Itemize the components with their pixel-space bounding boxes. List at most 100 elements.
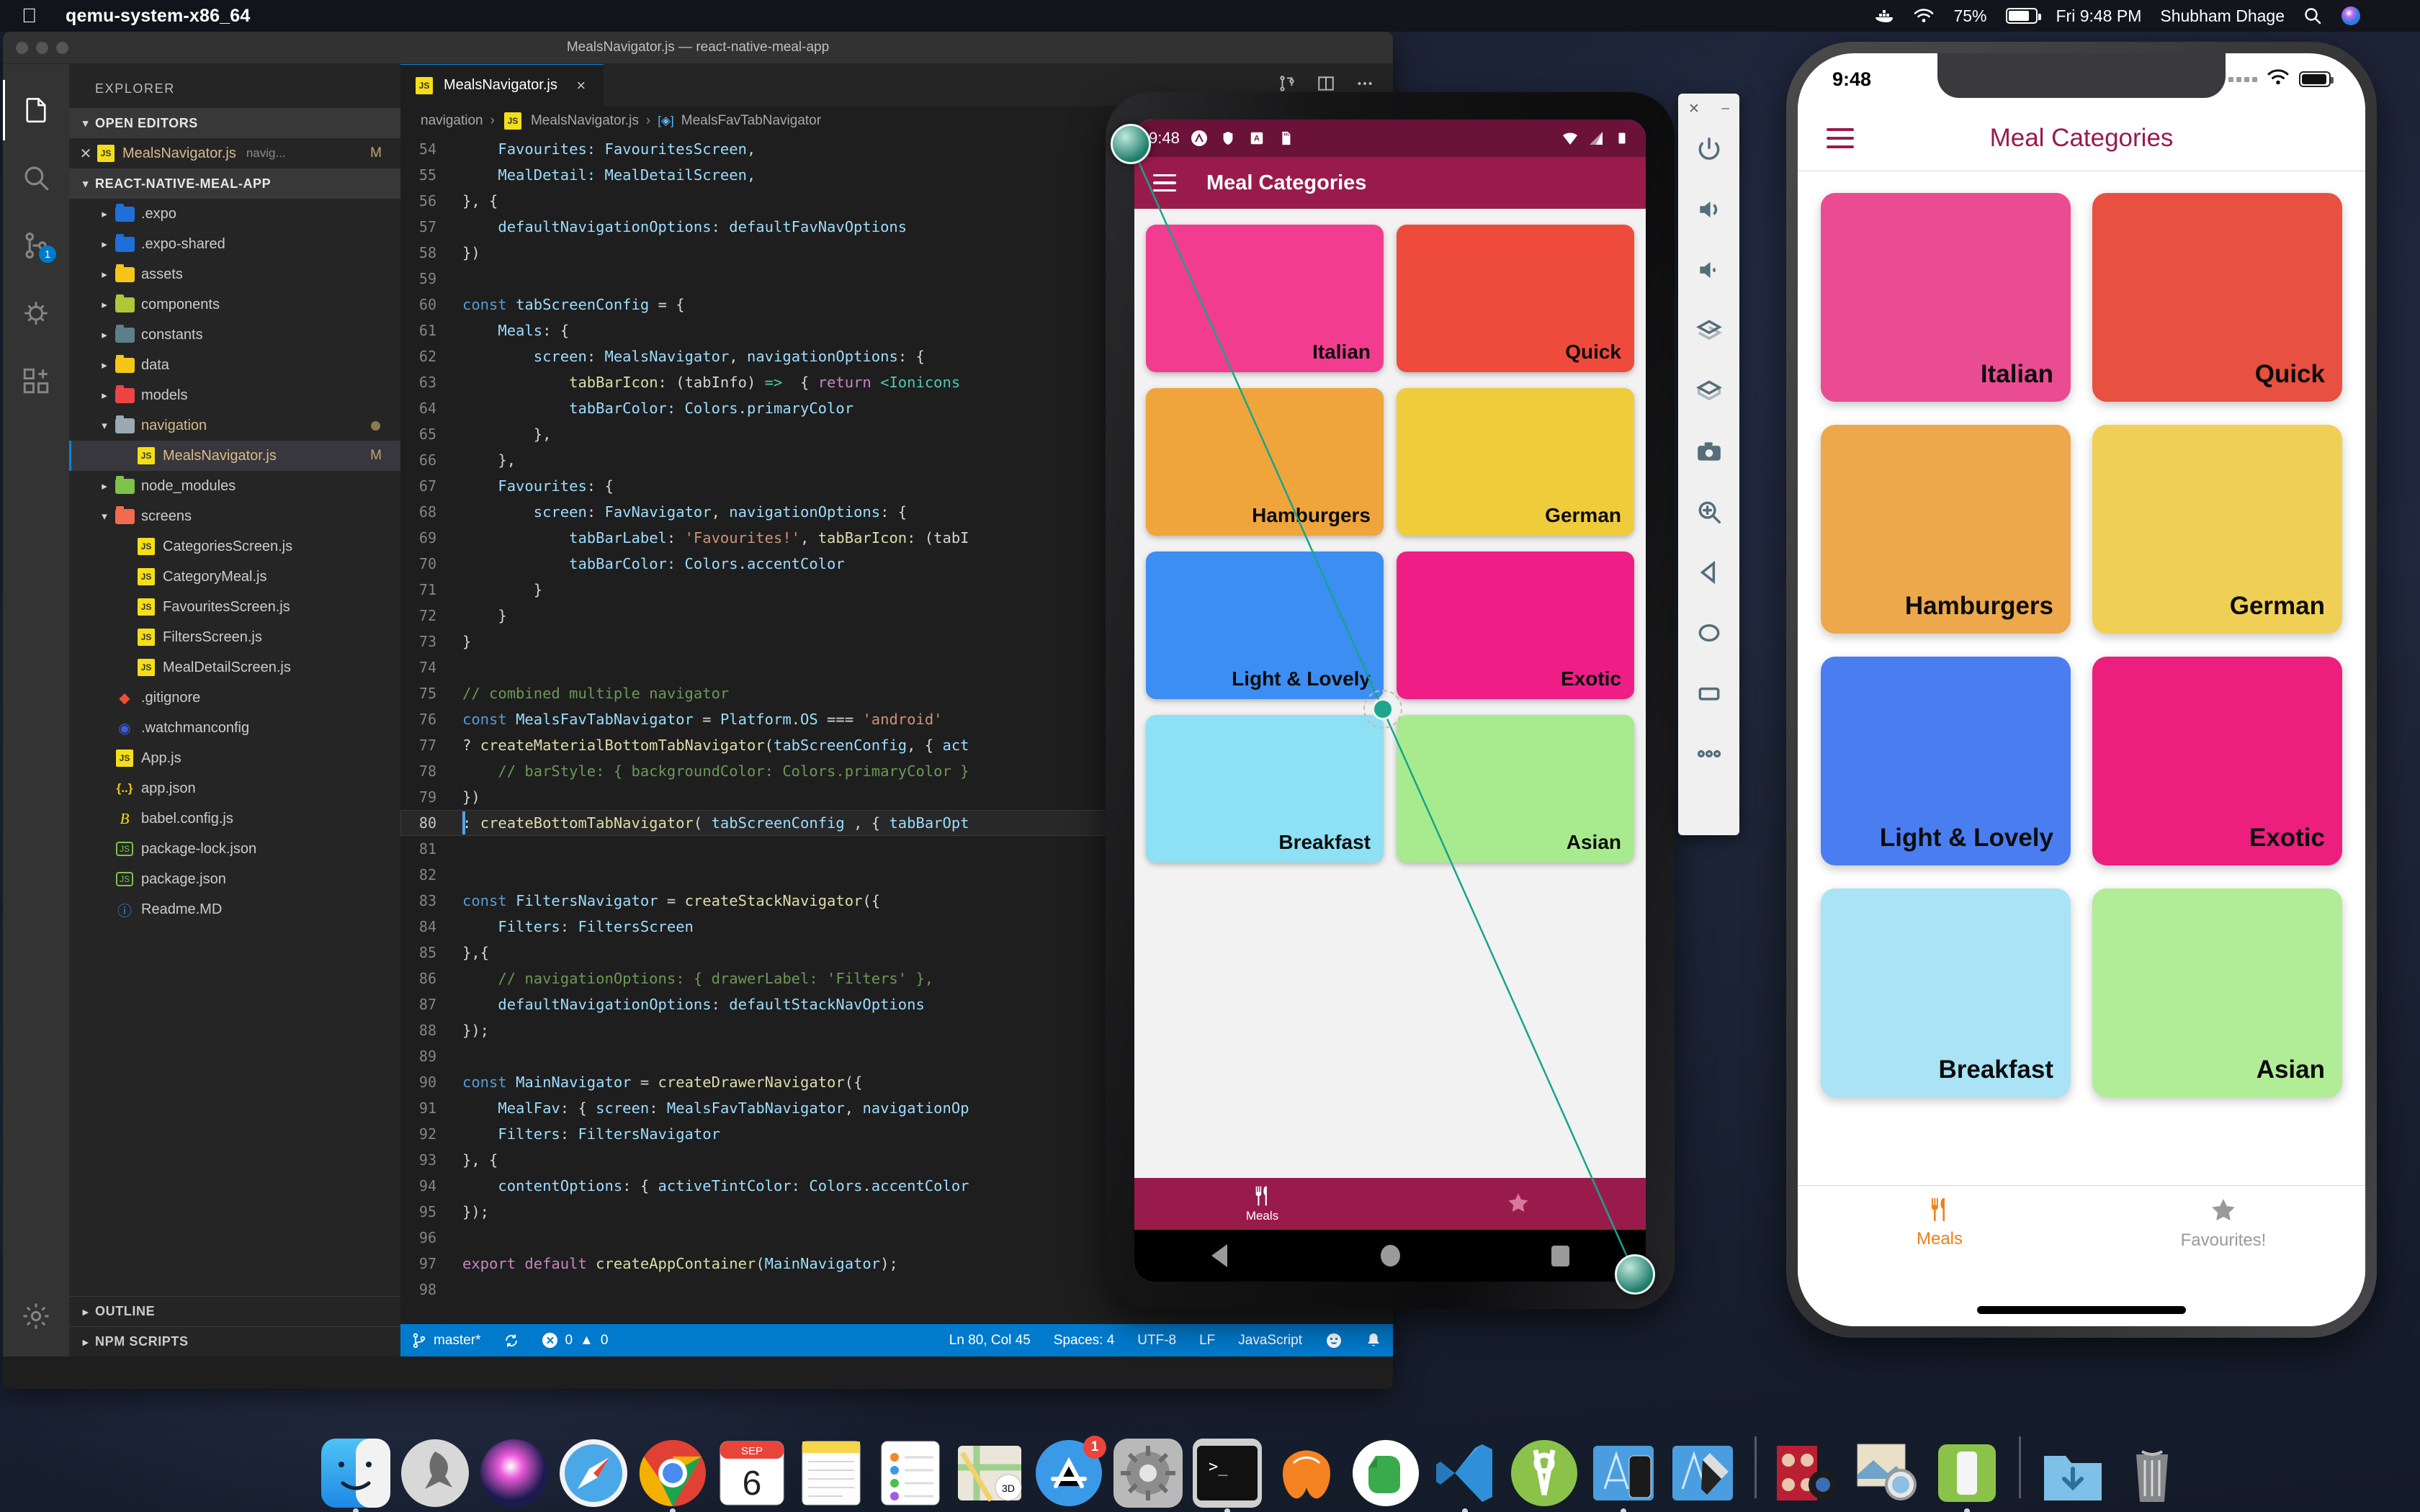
ios-category-tile[interactable]: Exotic	[2092, 657, 2342, 865]
dock-item-simulator[interactable]	[1589, 1439, 1658, 1512]
siri-icon[interactable]	[2341, 6, 2361, 26]
statusbar-indentation[interactable]: Spaces: 4	[1042, 1333, 1126, 1349]
statusbar-branch[interactable]: master*	[400, 1324, 492, 1356]
emulator-rotate-left-button[interactable]	[1678, 300, 1739, 361]
statusbar-cursor-position[interactable]: Ln 80, Col 45	[938, 1333, 1042, 1349]
emulator-more-button[interactable]	[1678, 724, 1739, 784]
wifi-icon[interactable]	[1913, 8, 1935, 24]
file-tree-row[interactable]: ▸ node_modules	[69, 471, 400, 501]
dock-item-evernote-green[interactable]	[1932, 1439, 2002, 1512]
open-editor-item[interactable]: ✕ JS MealsNavigator.js navig... M	[69, 138, 400, 168]
ios-tab-favourites[interactable]: Favourites!	[2081, 1196, 2365, 1293]
dock-item-launchpad[interactable]	[400, 1439, 470, 1508]
window-traffic-lights[interactable]	[16, 41, 68, 54]
dock-item-finder[interactable]	[321, 1439, 390, 1512]
dock-item-android-studio[interactable]	[1510, 1439, 1579, 1508]
dock-item-maps[interactable]: 3D	[955, 1439, 1024, 1508]
dock-item-preview[interactable]	[1853, 1439, 1922, 1508]
emulator-zoom-button[interactable]	[1678, 482, 1739, 542]
file-tree-row[interactable]: JS package.json	[69, 864, 400, 894]
file-tree-row[interactable]: JS FavouritesScreen.js	[69, 592, 400, 622]
file-tree-row[interactable]: JS FiltersScreen.js	[69, 622, 400, 652]
statusbar-sync[interactable]	[492, 1324, 531, 1356]
dock-item-photo-booth[interactable]	[1774, 1439, 1843, 1508]
file-tree-row[interactable]: ▸ assets	[69, 259, 400, 289]
dock-item-terminal[interactable]: >_	[1193, 1439, 1262, 1512]
maximize-window-button[interactable]	[56, 41, 68, 54]
ios-home-indicator[interactable]	[1798, 1293, 2365, 1326]
dock-item-trash[interactable]	[2118, 1439, 2187, 1508]
dock-item-evernote[interactable]	[1351, 1439, 1420, 1508]
file-tree-row[interactable]: JS package-lock.json	[69, 834, 400, 864]
emulator-overview-button[interactable]	[1678, 663, 1739, 724]
file-tree-row[interactable]: ▸ .expo	[69, 199, 400, 229]
ios-category-tile[interactable]: Hamburgers	[1821, 425, 2071, 634]
emulator-back-button[interactable]	[1678, 542, 1739, 603]
android-category-tile[interactable]: Exotic	[1397, 552, 1634, 699]
file-tree-row[interactable]: JS MealsNavigator.js M	[69, 441, 400, 471]
android-back-icon[interactable]	[1134, 1244, 1305, 1267]
statusbar-problems[interactable]: ✕ 0 ▲ 0	[531, 1324, 619, 1356]
activitybar-explorer[interactable]	[3, 80, 69, 140]
activitybar-debug[interactable]	[3, 283, 69, 343]
statusbar-encoding[interactable]: UTF-8	[1126, 1333, 1188, 1349]
menubar-app-name[interactable]: qemu-system-x86_64	[66, 6, 251, 27]
hamburger-icon[interactable]	[1153, 169, 1176, 197]
activitybar-settings[interactable]	[3, 1286, 69, 1346]
sidebar-section-outline[interactable]: ▸ OUTLINE	[69, 1296, 400, 1326]
close-icon[interactable]: ✕	[1688, 101, 1700, 117]
dock-item-vscode[interactable]	[1430, 1439, 1500, 1512]
android-category-tile[interactable]: German	[1397, 388, 1634, 536]
minimize-icon[interactable]: –	[1721, 101, 1729, 117]
breadcrumb-file[interactable]: MealsNavigator.js	[531, 113, 639, 129]
control-center-icon[interactable]	[2380, 12, 2398, 20]
ios-category-tile[interactable]: Light & Lovely	[1821, 657, 2071, 865]
emulator-volume-down-button[interactable]	[1678, 240, 1739, 300]
file-tree-row[interactable]: Bbabel.config.js	[69, 804, 400, 834]
file-tree-row[interactable]: ▸ data	[69, 350, 400, 380]
ios-category-tile[interactable]: Asian	[2092, 888, 2342, 1097]
ios-tab-meals[interactable]: Meals	[1798, 1196, 2081, 1293]
smiley-icon[interactable]	[1314, 1332, 1354, 1349]
hamburger-icon[interactable]	[1827, 122, 1854, 154]
file-tree-row[interactable]: JS CategoryMeal.js	[69, 562, 400, 592]
menubar-username[interactable]: Shubham Dhage	[2160, 6, 2285, 26]
battery-icon[interactable]	[2005, 8, 2041, 24]
emulator-home-button[interactable]	[1678, 603, 1739, 663]
android-category-tile[interactable]: Asian	[1397, 715, 1634, 863]
file-tree-row[interactable]: JS App.js	[69, 743, 400, 773]
android-category-tile[interactable]: Italian	[1146, 225, 1384, 372]
rotation-pivot-handle[interactable]	[1372, 698, 1394, 720]
android-tab-meals[interactable]: Meals	[1134, 1178, 1390, 1230]
dock-item-reminders[interactable]	[876, 1439, 945, 1508]
file-tree-row[interactable]: ▾ navigation	[69, 410, 400, 441]
file-tree-row[interactable]: ◉ .watchmanconfig	[69, 713, 400, 743]
activitybar-search[interactable]	[3, 148, 69, 208]
dock-item-downloads-folder[interactable]	[2038, 1439, 2107, 1508]
android-category-tile[interactable]: Light & Lovely	[1146, 552, 1384, 699]
file-tree-row[interactable]: JS CategoriesScreen.js	[69, 531, 400, 562]
activitybar-source-control[interactable]: 1	[3, 215, 69, 276]
minimize-window-button[interactable]	[36, 41, 48, 54]
file-tree-row[interactable]: JS MealDetailScreen.js	[69, 652, 400, 683]
apple-logo-icon[interactable]: 	[22, 6, 37, 26]
docker-icon[interactable]	[1874, 8, 1894, 24]
file-tree-row[interactable]: {..} app.json	[69, 773, 400, 804]
sidebar-section-npm-scripts[interactable]: ▸ NPM SCRIPTS	[69, 1326, 400, 1356]
emulator-volume-up-button[interactable]	[1678, 179, 1739, 240]
breadcrumb-symbol[interactable]: MealsFavTabNavigator	[681, 113, 821, 129]
menubar-clock[interactable]: Fri 9:48 PM	[2056, 6, 2142, 26]
file-tree-row[interactable]: ⓘ Readme.MD	[69, 894, 400, 924]
file-tree-row[interactable]: ▾ screens	[69, 501, 400, 531]
dock-item-app-store[interactable]: 1	[1034, 1436, 1106, 1508]
file-tree-row[interactable]: ◆ .gitignore	[69, 683, 400, 713]
rotation-handle-bottom[interactable]	[1615, 1254, 1655, 1295]
open-editors-header[interactable]: ▾ OPEN EDITORS	[69, 108, 400, 138]
ios-category-tile[interactable]: Quick	[2092, 193, 2342, 402]
project-header[interactable]: ▾ REACT-NATIVE-MEAL-APP	[69, 168, 400, 199]
android-home-icon[interactable]	[1305, 1245, 1476, 1266]
statusbar-eol[interactable]: LF	[1188, 1333, 1227, 1349]
dock-item-postgres[interactable]	[1272, 1439, 1341, 1508]
ios-category-tile[interactable]: German	[2092, 425, 2342, 634]
android-category-tile[interactable]: Hamburgers	[1146, 388, 1384, 536]
